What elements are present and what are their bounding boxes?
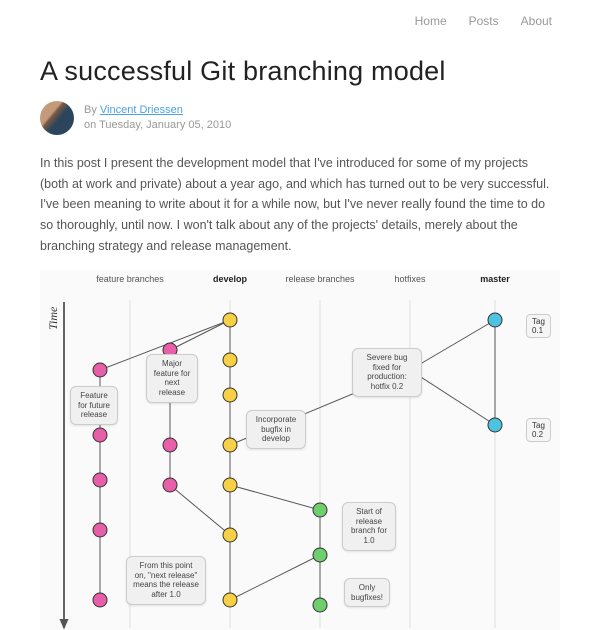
- branching-diagram: Time feature branchesdeveloprelease bran…: [40, 270, 560, 630]
- diagram-callout: Severe bug fixed for production: hotfix …: [352, 348, 422, 396]
- commit-node-develop: [223, 388, 237, 402]
- nav-posts[interactable]: Posts: [469, 14, 499, 28]
- diagram-callout: Feature for future release: [70, 386, 118, 425]
- commit-node-feature: [93, 593, 107, 607]
- column-header-develop: develop: [195, 274, 265, 284]
- byline: By Vincent Driessen on Tuesday, January …: [40, 101, 560, 135]
- author-avatar: [40, 101, 74, 135]
- commit-node-feature: [93, 523, 107, 537]
- column-header-hotfix: hotfixes: [375, 274, 445, 284]
- diagram-callout: From this point on, "next release" means…: [126, 556, 206, 604]
- column-header-master: master: [460, 274, 530, 284]
- byline-date-prefix: on: [84, 119, 96, 131]
- commit-node-feature: [93, 428, 107, 442]
- commit-node-release: [313, 503, 327, 517]
- diagram-callout: Start of release branch for 1.0: [342, 502, 396, 550]
- top-nav: Home Posts About: [40, 0, 560, 38]
- diagram-svg: [40, 270, 560, 630]
- commit-node-release: [313, 548, 327, 562]
- version-tag: Tag0.1: [526, 314, 551, 338]
- page-title: A successful Git branching model: [40, 56, 560, 87]
- byline-date: Tuesday, January 05, 2010: [99, 119, 231, 131]
- column-header-feature: feature branches: [95, 274, 165, 284]
- byline-text: By Vincent Driessen on Tuesday, January …: [84, 103, 231, 134]
- commit-node-master: [488, 418, 502, 432]
- commit-node-develop: [223, 438, 237, 452]
- commit-node-release: [313, 598, 327, 612]
- commit-node-feature: [163, 478, 177, 492]
- diagram-callout: Incorporate bugfix in develop: [246, 410, 306, 449]
- column-header-release: release branches: [285, 274, 355, 284]
- commit-node-develop: [223, 353, 237, 367]
- commit-node-feature: [163, 438, 177, 452]
- intro-paragraph: In this post I present the development m…: [40, 153, 560, 256]
- nav-about[interactable]: About: [521, 14, 552, 28]
- commit-node-develop: [223, 478, 237, 492]
- version-tag: Tag0.2: [526, 418, 551, 442]
- commit-node-feature: [93, 363, 107, 377]
- diagram-callout: Major feature for next release: [146, 354, 198, 402]
- commit-node-develop: [223, 313, 237, 327]
- byline-by: By: [84, 104, 97, 116]
- diagram-callout: Only bugfixes!: [344, 578, 390, 607]
- commit-node-develop: [223, 593, 237, 607]
- nav-home[interactable]: Home: [415, 14, 447, 28]
- commit-node-master: [488, 313, 502, 327]
- commit-node-feature: [93, 473, 107, 487]
- author-link[interactable]: Vincent Driessen: [100, 104, 183, 116]
- commit-node-develop: [223, 528, 237, 542]
